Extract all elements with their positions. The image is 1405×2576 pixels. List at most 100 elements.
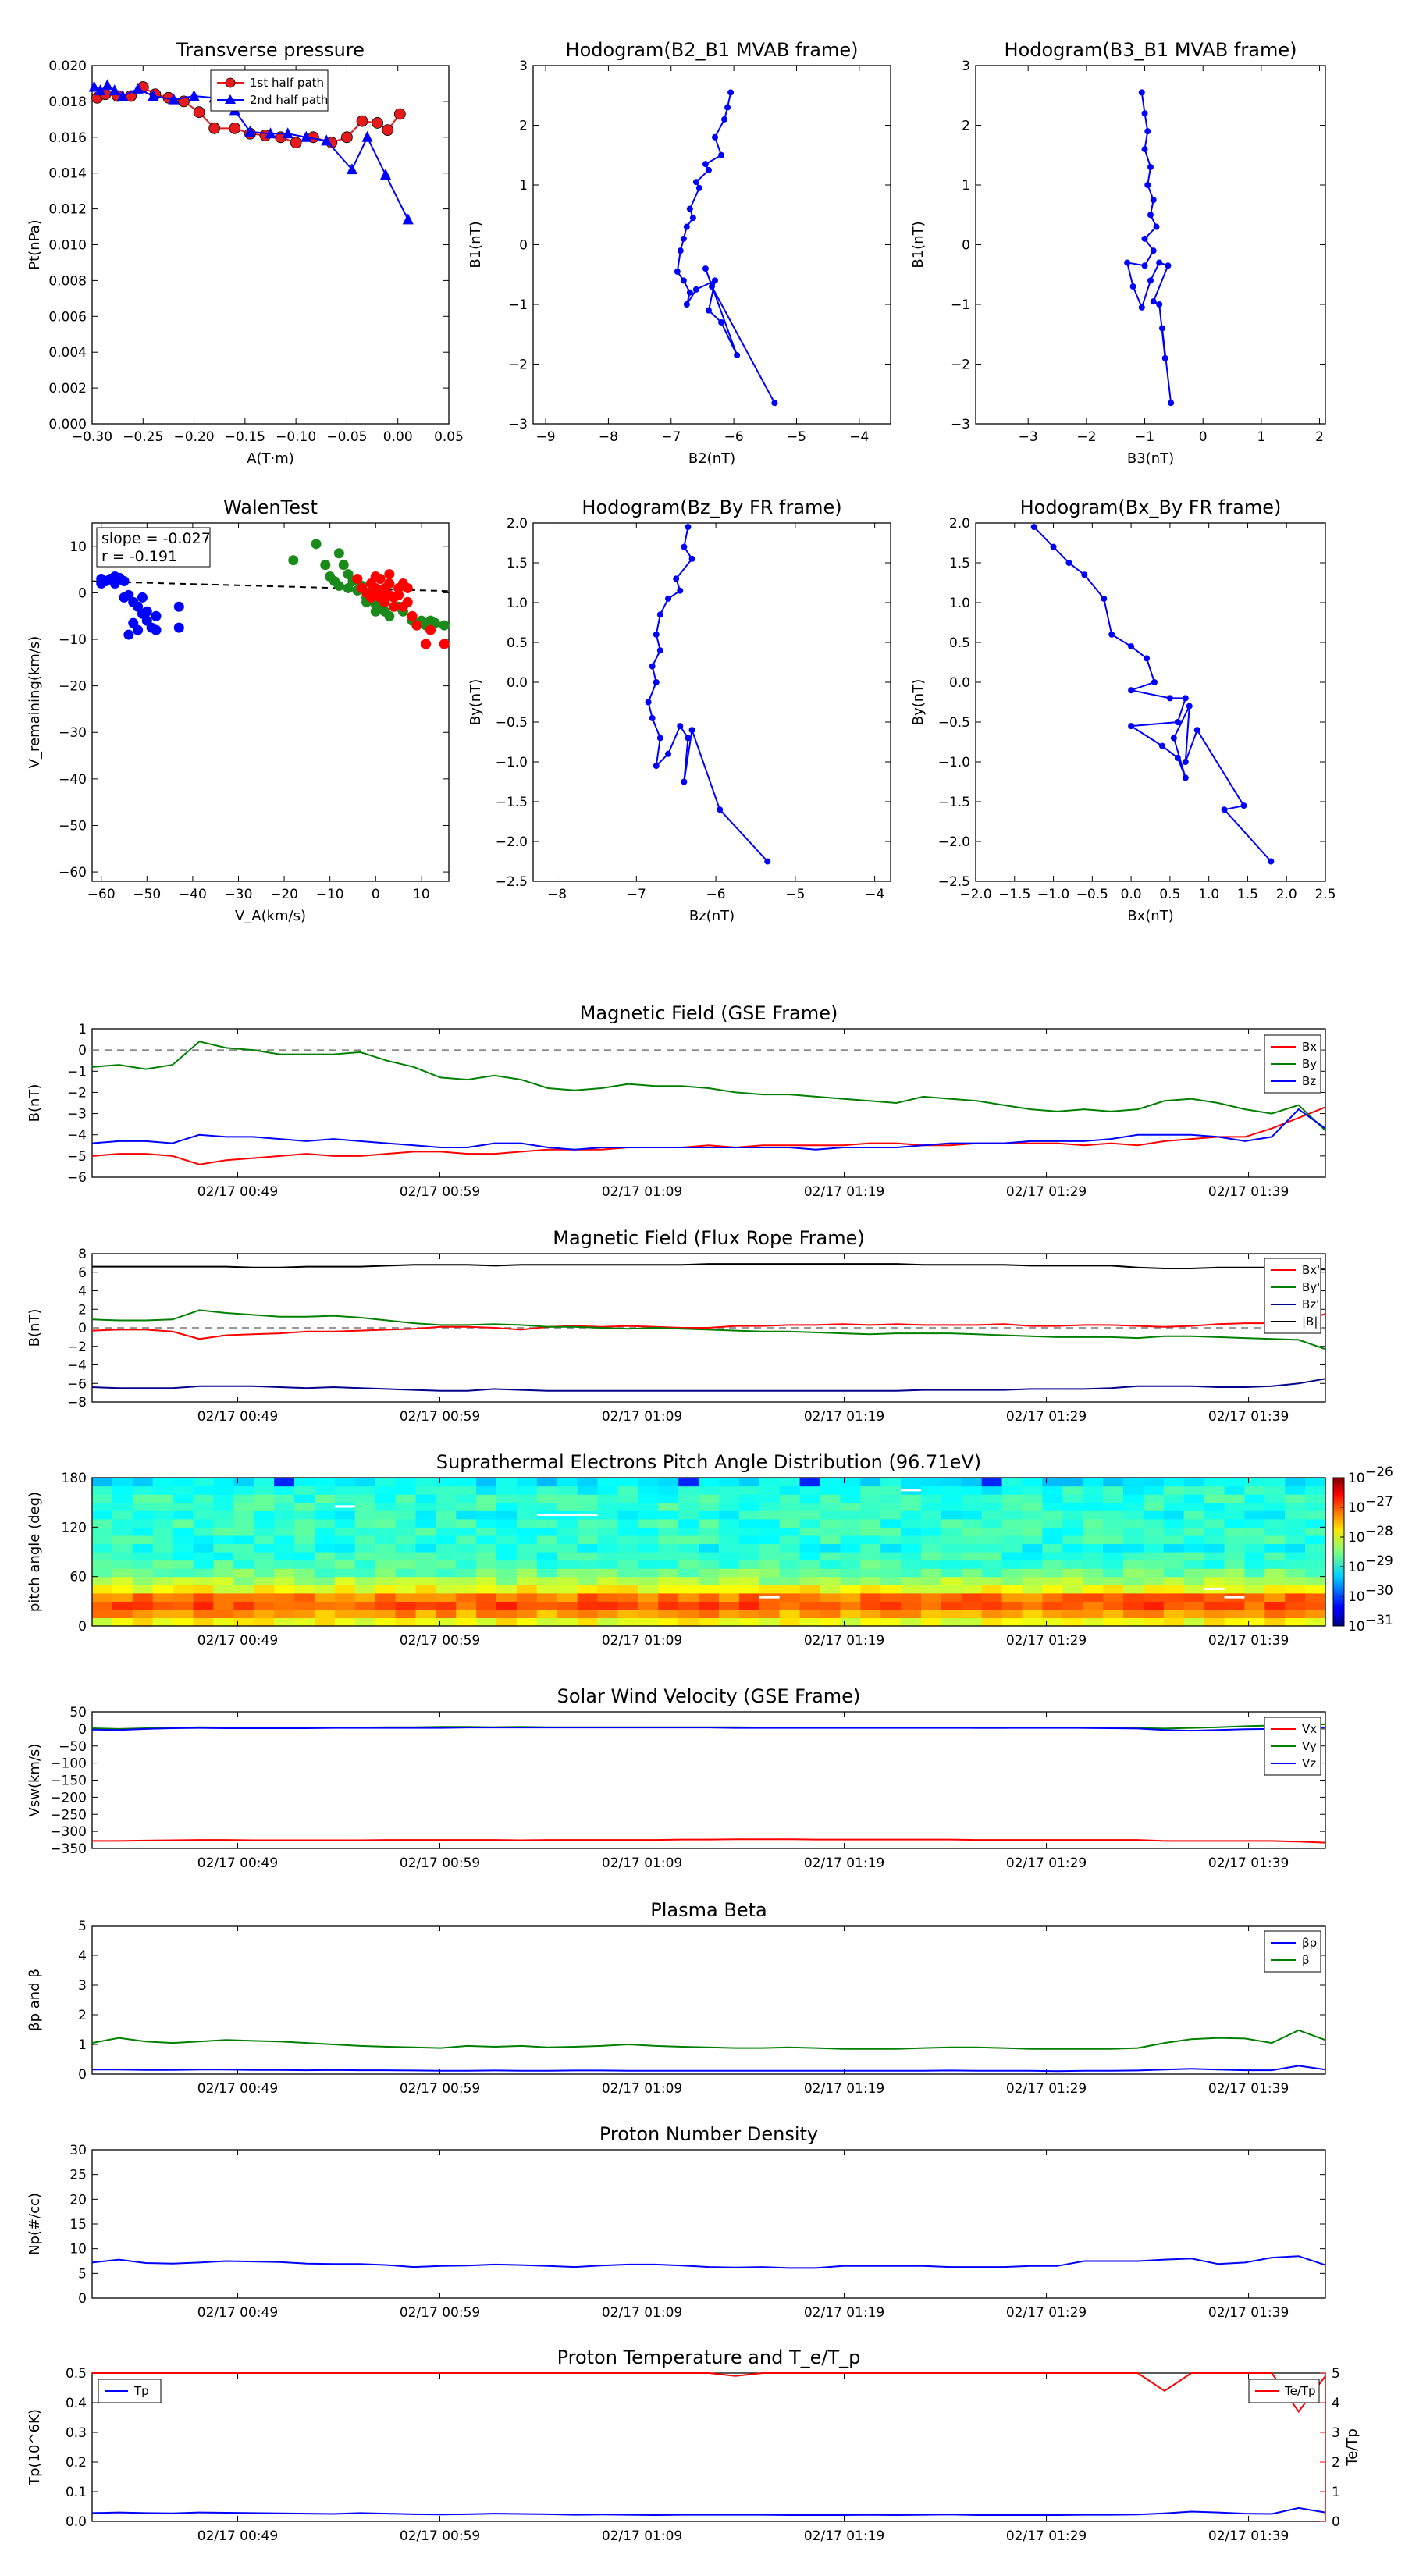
- pad-cell: [415, 1494, 436, 1503]
- h2-point: [1141, 110, 1148, 117]
- np-ytick-label: 15: [69, 2217, 87, 2233]
- pad-cell: [1163, 1617, 1185, 1627]
- h2-point: [1156, 259, 1163, 266]
- pad-cell: [1001, 1502, 1023, 1511]
- pad-cell: [961, 1510, 983, 1520]
- h3-point: [656, 647, 663, 654]
- np-ytick-label: 25: [69, 2168, 87, 2183]
- pad-cell: [375, 1568, 397, 1578]
- pad-cell: [658, 1535, 679, 1545]
- pad-cell: [961, 1585, 983, 1594]
- pad-cell: [375, 1609, 397, 1619]
- pad-cell: [436, 1601, 457, 1610]
- pad-cell: [1103, 1494, 1124, 1503]
- pad-cell: [577, 1535, 599, 1545]
- bfr-ytick-label: 6: [78, 1265, 87, 1281]
- pad-cell: [516, 1585, 538, 1594]
- pad-cell: [1042, 1527, 1063, 1536]
- pad-cell: [880, 1478, 902, 1487]
- pad-cell: [577, 1552, 599, 1561]
- pad-cell: [354, 1560, 376, 1569]
- h3-ylabel: By(nT): [468, 679, 484, 725]
- pad-cell: [1062, 1527, 1083, 1536]
- pad-cell: [1143, 1494, 1165, 1503]
- beta-ylabel: βp and β: [27, 1969, 43, 2031]
- pad-cell: [516, 1518, 538, 1528]
- pad-cell: [880, 1502, 902, 1511]
- h4-point: [1065, 560, 1072, 566]
- pad-cell: [92, 1518, 113, 1528]
- pad-cell: [699, 1535, 720, 1545]
- pad-cell: [961, 1568, 983, 1578]
- pad-cell: [1183, 1560, 1205, 1569]
- pad-cell: [476, 1601, 497, 1610]
- pad-cell: [738, 1568, 760, 1578]
- pad-cell: [1224, 1560, 1245, 1569]
- h2-point: [1150, 298, 1157, 305]
- pad-cell: [1022, 1485, 1043, 1495]
- pad-cell: [536, 1585, 558, 1594]
- pad-cell: [840, 1502, 861, 1511]
- pad-cell: [901, 1518, 922, 1528]
- pad-cell: [456, 1543, 477, 1553]
- pad-cell: [779, 1518, 801, 1528]
- pad-cell: [941, 1510, 962, 1520]
- pad-cell: [132, 1609, 154, 1619]
- pad-cell: [901, 1592, 922, 1602]
- h3-ytick-label: −2.0: [496, 834, 528, 850]
- walen-point-2: [384, 589, 395, 600]
- walen-point-2: [439, 639, 450, 649]
- h4-xtick-label: 2.5: [1314, 887, 1336, 902]
- pad-cell: [738, 1494, 760, 1503]
- pad-cell: [820, 1485, 841, 1495]
- walen-point-2: [370, 571, 381, 582]
- pad-cell: [577, 1576, 599, 1585]
- pad-cell: [1285, 1585, 1306, 1594]
- h4-point: [1128, 643, 1135, 650]
- pad-cell: [1264, 1478, 1286, 1487]
- pad-cell: [436, 1609, 457, 1619]
- pad-cell: [1163, 1485, 1185, 1495]
- pad-cell: [738, 1478, 760, 1487]
- pad-cell: [536, 1485, 558, 1495]
- pad-gap: [901, 1489, 921, 1492]
- pad-cell: [1143, 1510, 1165, 1520]
- pad-cell: [1022, 1592, 1043, 1602]
- pad-cell: [577, 1568, 599, 1578]
- pad-cell: [1042, 1543, 1063, 1553]
- pad-cell: [1204, 1494, 1225, 1503]
- pad-cell: [820, 1560, 841, 1569]
- pad-cell: [1244, 1576, 1265, 1585]
- pad-cell: [375, 1494, 397, 1503]
- pad-cell: [1001, 1552, 1023, 1561]
- tp-ytick-label: 0.5: [66, 2366, 87, 2382]
- h3-point: [653, 679, 660, 685]
- pad-cell: [132, 1560, 154, 1569]
- bfr-ytick-label: −2: [67, 1340, 87, 1355]
- pad-cell: [1264, 1576, 1286, 1585]
- pad-cell: [92, 1478, 113, 1487]
- pad-ytick-label: 120: [62, 1520, 87, 1535]
- np-ytick-label: 0: [78, 2291, 87, 2307]
- pad-cell: [941, 1576, 962, 1585]
- pad-cell: [1022, 1552, 1043, 1561]
- pad-cell: [699, 1585, 720, 1594]
- pad-cell: [799, 1535, 821, 1545]
- h2-ytick-label: −2: [951, 358, 970, 373]
- pt-xtick-label: 0.00: [383, 429, 413, 445]
- pad-cell: [92, 1617, 113, 1627]
- pad-cell: [516, 1485, 538, 1495]
- h3-ytick-label: −0.5: [496, 715, 528, 731]
- h4-ytick-label: 2.0: [949, 516, 970, 532]
- pad-cell: [456, 1494, 477, 1503]
- pad-cell: [1062, 1502, 1083, 1511]
- h1-point: [702, 265, 709, 272]
- h1-point: [709, 283, 715, 290]
- pad-cell: [354, 1485, 376, 1495]
- pad-cell: [294, 1552, 315, 1561]
- pad-cell: [718, 1485, 740, 1495]
- h1-ytick-label: 1: [519, 178, 528, 194]
- walen-point-0: [173, 622, 184, 633]
- h2-xtick-label: −1: [1135, 429, 1154, 445]
- pad-cell: [779, 1543, 801, 1553]
